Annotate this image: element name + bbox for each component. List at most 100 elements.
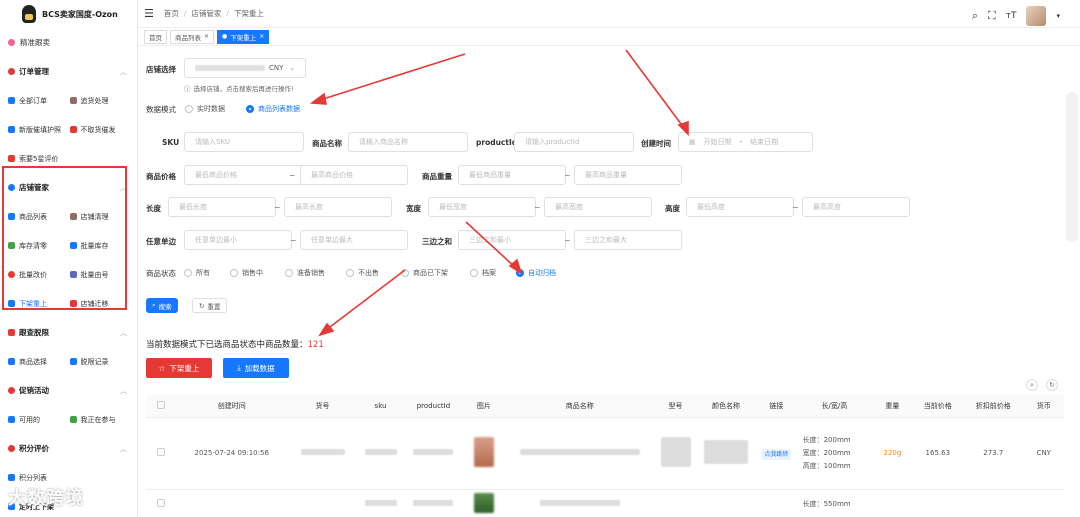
sidebar-item-all-orders[interactable]: 全部订单 bbox=[8, 86, 70, 115]
row-checkbox[interactable] bbox=[157, 499, 166, 507]
height-max-input[interactable]: 最高高度 bbox=[802, 197, 910, 217]
reset-button[interactable]: ↻ 重置 bbox=[192, 298, 228, 313]
product-id-label: productId bbox=[476, 138, 518, 147]
font-size-icon[interactable]: тT bbox=[1006, 11, 1017, 21]
bear-logo-icon bbox=[22, 5, 36, 23]
count-number: 121 bbox=[307, 340, 324, 350]
sum-max-input[interactable]: 三边之和最大 bbox=[574, 230, 682, 250]
status-not-for-sale-radio[interactable]: 不出售 bbox=[346, 268, 379, 278]
product-link[interactable]: 点我跳转 bbox=[761, 448, 792, 460]
mode-realtime-radio[interactable]: 实时数据 bbox=[185, 104, 225, 114]
chevron-up-icon: ︿ bbox=[120, 328, 127, 337]
app-logo: BCS卖家国度-Ozon bbox=[0, 0, 137, 28]
floating-toolbar[interactable] bbox=[1066, 92, 1078, 242]
price-label: 商品价格 bbox=[146, 172, 176, 181]
fullscreen-icon[interactable]: ⛶ bbox=[988, 9, 996, 23]
load-data-button[interactable]: ⤓ 加载数据 bbox=[223, 358, 289, 378]
stack-icon bbox=[69, 242, 77, 249]
star-icon bbox=[8, 155, 15, 162]
close-icon[interactable]: × bbox=[204, 33, 209, 40]
height-min-input[interactable]: 最低高度 bbox=[686, 197, 794, 217]
sidebar-item-product-list[interactable]: 商品列表 bbox=[8, 202, 70, 231]
sidebar-group-promo[interactable]: 促销活动 ︿ bbox=[0, 376, 137, 405]
col-created: 创建时间 bbox=[176, 395, 288, 418]
sidebar-item-product-select[interactable]: 商品选择 bbox=[8, 347, 70, 376]
sidebar-item-batch-price[interactable]: 批量改价 bbox=[8, 260, 70, 289]
chevron-up-icon: ︿ bbox=[120, 444, 127, 453]
col-weight: 重量 bbox=[872, 395, 913, 418]
sku-input[interactable]: 请输入SKU bbox=[184, 132, 304, 152]
sidebar-item-review[interactable]: 索要5星评价 bbox=[8, 144, 70, 173]
sidebar-item-participating[interactable]: 我正在参与 bbox=[69, 405, 132, 434]
status-auto-archive-radio[interactable]: 自动归档 bbox=[516, 268, 556, 278]
status-selling-radio[interactable]: 销售中 bbox=[230, 268, 263, 278]
sidebar-item-relist[interactable]: 下架重上 bbox=[8, 289, 70, 318]
sidebar-item-follow-sell[interactable]: 精准跟卖 bbox=[0, 28, 137, 57]
status-all-radio[interactable]: 所有 bbox=[184, 268, 210, 278]
sidebar-item-batch-number[interactable]: 批量由号 bbox=[69, 260, 132, 289]
row-checkbox[interactable] bbox=[157, 448, 166, 456]
status-removed-radio[interactable]: 商品已下架 bbox=[401, 268, 448, 278]
sum-min-input[interactable]: 三边之和最小 bbox=[458, 230, 566, 250]
tab-bar: 首页 商品列表 × ● 下架重上 × bbox=[138, 28, 1080, 46]
menu-toggle-icon[interactable]: ☰ bbox=[144, 7, 154, 20]
sidebar-group-store[interactable]: 店铺管家 ︿ bbox=[0, 173, 137, 202]
tab-relist[interactable]: ● 下架重上 × bbox=[217, 29, 270, 44]
sidebar-item-passport[interactable]: 新版催填护照 bbox=[8, 115, 70, 144]
sidebar-group-orders[interactable]: 订单管理 ︿ bbox=[0, 57, 137, 86]
calendar-icon: ▦ bbox=[689, 138, 696, 146]
weight-max-input[interactable]: 最高商品重量 bbox=[574, 165, 682, 185]
length-max-input[interactable]: 最高长度 bbox=[284, 197, 392, 217]
sidebar-item-pickup[interactable]: 不取货催发 bbox=[69, 115, 132, 144]
breadcrumb-store[interactable]: 店铺管家 bbox=[191, 8, 221, 19]
side-max-input[interactable]: 任意单边最大 bbox=[300, 230, 408, 250]
length-min-input[interactable]: 最低长度 bbox=[168, 197, 276, 217]
date-range-picker[interactable]: ▦ 开始日期 - 结束日期 bbox=[678, 132, 813, 152]
store-select[interactable]: CNY ⌄ bbox=[184, 58, 306, 78]
dim-length: 长度：550mm bbox=[796, 489, 873, 517]
close-icon[interactable]: × bbox=[259, 33, 264, 40]
side-min-input[interactable]: 任意单边最小 bbox=[184, 230, 292, 250]
search-button[interactable]: ⌕ 搜索 bbox=[146, 298, 178, 313]
user-icon bbox=[8, 184, 15, 191]
reset-icon: ↻ bbox=[199, 301, 205, 310]
product-name-input[interactable]: 请输入商品名称 bbox=[348, 132, 468, 152]
length-label: 长度 bbox=[146, 204, 161, 213]
width-max-input[interactable]: 最高宽度 bbox=[544, 197, 652, 217]
col-price: 当前价格 bbox=[912, 395, 964, 418]
sidebar-group-points[interactable]: 积分评价 ︿ bbox=[0, 434, 137, 463]
sidebar-item-stock-zero[interactable]: 库存清零 bbox=[8, 231, 70, 260]
refresh-icon[interactable]: ↻ bbox=[1046, 379, 1058, 391]
sidebar-item-store-clean[interactable]: 店铺清理 bbox=[69, 202, 132, 231]
avatar[interactable] bbox=[1026, 6, 1047, 26]
weight-min-input[interactable]: 最低商品重量 bbox=[458, 165, 566, 185]
blurred-text bbox=[413, 449, 454, 455]
sidebar-item-limit-log[interactable]: 脱限记录 bbox=[69, 347, 132, 376]
status-archive-radio[interactable]: 档案 bbox=[470, 268, 496, 278]
price-max-input[interactable]: 最高商品价格 bbox=[300, 165, 408, 185]
select-all-checkbox[interactable] bbox=[157, 400, 166, 409]
mode-label: 数据模式 bbox=[146, 105, 176, 114]
mode-list-radio[interactable]: 商品列表数据 bbox=[246, 104, 300, 114]
broom-icon bbox=[69, 213, 77, 220]
search-icon[interactable]: ⌕ bbox=[972, 9, 978, 23]
product-count: 当前数据模式下已选商品状态中商品数量：121 bbox=[146, 340, 324, 350]
status-ready-radio[interactable]: 准备销售 bbox=[285, 268, 325, 278]
width-min-input[interactable]: 最低宽度 bbox=[428, 197, 536, 217]
breadcrumb-home[interactable]: 首页 bbox=[164, 8, 179, 19]
sidebar-group-limit[interactable]: 跟查脱限 ︿ bbox=[0, 318, 137, 347]
gift-icon bbox=[8, 387, 15, 394]
sidebar-item-batch-stock[interactable]: 批量库存 bbox=[69, 231, 132, 260]
tab-home[interactable]: 首页 bbox=[144, 29, 167, 44]
product-id-input[interactable]: 请输入productId bbox=[514, 132, 634, 152]
sidebar-item-chase[interactable]: 追货处理 bbox=[69, 86, 132, 115]
chevron-down-icon[interactable]: ▾ bbox=[1056, 12, 1060, 20]
blurred-text bbox=[660, 437, 691, 467]
sidebar-item-store-migrate[interactable]: 店铺迁移 bbox=[69, 289, 132, 318]
tab-product-list[interactable]: 商品列表 × bbox=[170, 29, 215, 44]
search-icon[interactable]: ⌕ bbox=[1026, 379, 1038, 391]
relist-button[interactable]: ☆ 下架重上 bbox=[146, 358, 212, 378]
dim-length: 长度：200mm bbox=[802, 435, 851, 444]
price-min-input[interactable]: 最低商品价格 bbox=[184, 165, 304, 185]
sidebar-item-available[interactable]: 可用的 bbox=[8, 405, 70, 434]
